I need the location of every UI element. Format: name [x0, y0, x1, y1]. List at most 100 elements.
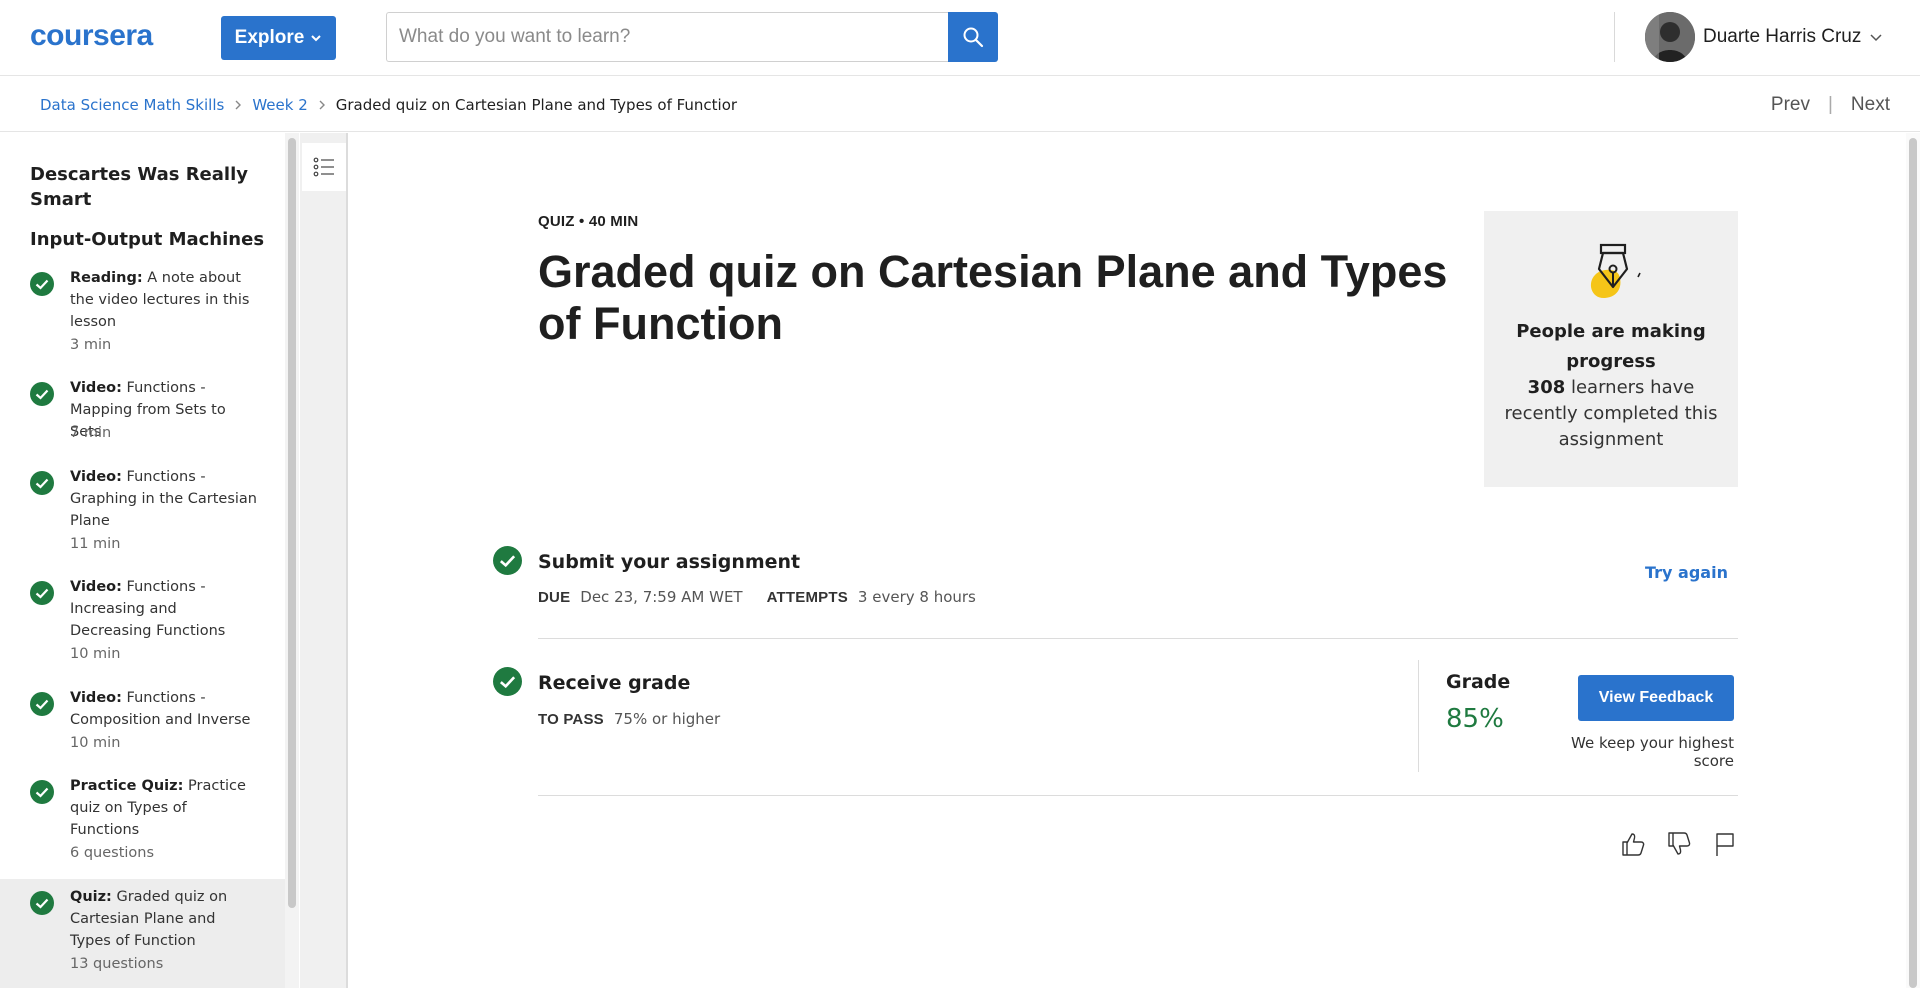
attempts-label: ATTEMPTS [766, 588, 848, 606]
sidebar-item-text: Video: Functions - Increasing and Decrea… [70, 576, 260, 642]
divider [538, 638, 1738, 639]
item-meta: 13 questions [70, 956, 164, 972]
progress-card-title: People are making progress [1516, 321, 1706, 372]
search-bar [386, 12, 998, 62]
item-meta: 6 questions [70, 845, 155, 861]
chevron-down-icon [311, 35, 322, 42]
breadcrumb-week[interactable]: Week 2 [252, 96, 307, 114]
item-type: Practice Quiz: [70, 778, 184, 794]
breadcrumb: Data Science Math Skills Week 2 Graded q… [40, 77, 737, 132]
breadcrumb-bar: Data Science Math Skills Week 2 Graded q… [0, 77, 1920, 132]
thumbs-up-icon [1622, 833, 1645, 856]
explore-button[interactable]: Explore [221, 16, 336, 60]
search-button[interactable] [948, 12, 998, 62]
outline-toggle-rail [300, 133, 348, 988]
to-pass-value: 75% or higher [613, 710, 721, 728]
sidebar-item-practice-quiz[interactable]: Practice Quiz: Practice quiz on Types of… [0, 775, 285, 885]
like-button[interactable] [1618, 829, 1648, 859]
item-type: Video: [70, 690, 122, 706]
item-type: Video: [70, 579, 122, 595]
avatar [1645, 12, 1695, 62]
flag-icon [1716, 833, 1734, 856]
item-meta: 10 min [70, 646, 121, 662]
sidebar-items-list: Reading: A note about the video lectures… [0, 133, 285, 988]
check-circle-icon [30, 692, 54, 716]
item-type: Video: [70, 469, 122, 485]
item-type: Video: [70, 380, 122, 396]
item-type: Reading: [70, 270, 143, 286]
page-title: Graded quiz on Cartesian Plane and Types… [538, 246, 1448, 349]
item-type: Quiz: [70, 889, 112, 905]
chevron-right-icon [234, 99, 242, 111]
svg-text:coursera: coursera [30, 21, 154, 51]
check-circle-icon [30, 272, 54, 296]
main-scrollbar-thumb[interactable] [1909, 138, 1917, 988]
header-divider [1614, 12, 1615, 62]
check-circle-icon [30, 471, 54, 495]
highest-score-note: We keep your highest score [1571, 734, 1734, 770]
check-circle-icon [30, 581, 54, 605]
item-meta: 10 min [70, 735, 121, 751]
grade-label: Grade [1446, 671, 1511, 693]
view-feedback-button[interactable]: View Feedback [1578, 675, 1734, 721]
try-again-link[interactable]: Try again [1645, 563, 1728, 582]
prev-next-nav: Prev | Next [1771, 77, 1890, 132]
prev-button[interactable]: Prev [1771, 94, 1810, 116]
search-input[interactable] [386, 12, 948, 62]
item-eyebrow: QUIZ • 40 MIN [538, 213, 639, 230]
explore-label: Explore [234, 27, 305, 48]
submit-assignment-title: Submit your assignment [538, 551, 801, 573]
sidebar-item-video-composition[interactable]: Video: Functions - Composition and Inver… [0, 687, 285, 777]
avatar-image [1645, 12, 1695, 62]
chevron-right-icon [318, 99, 326, 111]
coursera-logo[interactable]: coursera [30, 18, 192, 54]
sidebar-item-graded-quiz[interactable]: Quiz: Graded quiz on Cartesian Plane and… [0, 879, 285, 988]
outline-toggle-button[interactable] [302, 143, 346, 191]
due-label: DUE [538, 588, 571, 606]
check-circle-icon [493, 546, 522, 575]
check-circle-icon [493, 667, 522, 696]
sidebar-item-text: Quiz: Graded quiz on Cartesian Plane and… [70, 886, 260, 952]
item-meta: 11 min [70, 536, 121, 552]
pen-nib-icon [1590, 243, 1641, 299]
list-icon [313, 157, 334, 177]
progress-card: People are making progress 308 learners … [1484, 211, 1738, 487]
top-header: coursera Explore Duarte Harris Cruz [0, 0, 1920, 76]
nav-divider: | [1827, 93, 1833, 115]
check-circle-icon [30, 780, 54, 804]
item-meta: 7 min [70, 425, 112, 441]
user-menu[interactable]: Duarte Harris Cruz [1645, 12, 1883, 62]
breadcrumb-course[interactable]: Data Science Math Skills [40, 96, 224, 114]
user-name: Duarte Harris Cruz [1703, 26, 1862, 47]
receive-meta: TO PASS 75% or higher [538, 710, 744, 728]
receive-grade-title: Receive grade [538, 672, 691, 694]
coursera-logo-icon: coursera [30, 21, 154, 51]
item-meta: 3 min [70, 337, 112, 353]
sidebar-item-video-graphing[interactable]: Video: Functions - Graphing in the Carte… [0, 466, 285, 576]
grade-value: 85% [1446, 704, 1504, 734]
check-circle-icon [30, 382, 54, 406]
grade-divider [1418, 660, 1419, 772]
sidebar-item-video-mapping[interactable]: Video: Functions - Mapping from Sets to … [0, 377, 285, 467]
thumbs-down-icon [1668, 832, 1691, 855]
breadcrumb-current: Graded quiz on Cartesian Plane and Types… [335, 95, 738, 114]
progress-card-body: 308 learners have recently completed thi… [1504, 375, 1718, 453]
to-pass-label: TO PASS [538, 710, 604, 728]
sidebar-item-text: Video: Functions - Graphing in the Carte… [70, 466, 260, 532]
sidebar-item-text: Reading: A note about the video lectures… [70, 267, 260, 333]
sidebar-scrollbar-thumb[interactable] [288, 138, 296, 908]
sidebar-item-text: Practice Quiz: Practice quiz on Types of… [70, 775, 260, 841]
submit-meta: DUE Dec 23, 7:59 AM WET ATTEMPTS 3 every… [538, 588, 1000, 606]
learner-count: 308 [1527, 377, 1566, 398]
sidebar-item-video-increasing[interactable]: Video: Functions - Increasing and Decrea… [0, 576, 285, 686]
divider [538, 795, 1738, 796]
check-circle-icon [30, 891, 54, 915]
attempts-value: 3 every 8 hours [857, 588, 976, 606]
feedback-actions [1618, 829, 1740, 859]
sidebar-item-reading-note[interactable]: Reading: A note about the video lectures… [0, 267, 285, 377]
sidebar-item-text: Video: Functions - Composition and Inver… [70, 687, 260, 731]
flag-button[interactable] [1710, 829, 1740, 859]
due-value: Dec 23, 7:59 AM WET [580, 588, 743, 606]
dislike-button[interactable] [1664, 829, 1694, 859]
next-button[interactable]: Next [1851, 94, 1890, 116]
